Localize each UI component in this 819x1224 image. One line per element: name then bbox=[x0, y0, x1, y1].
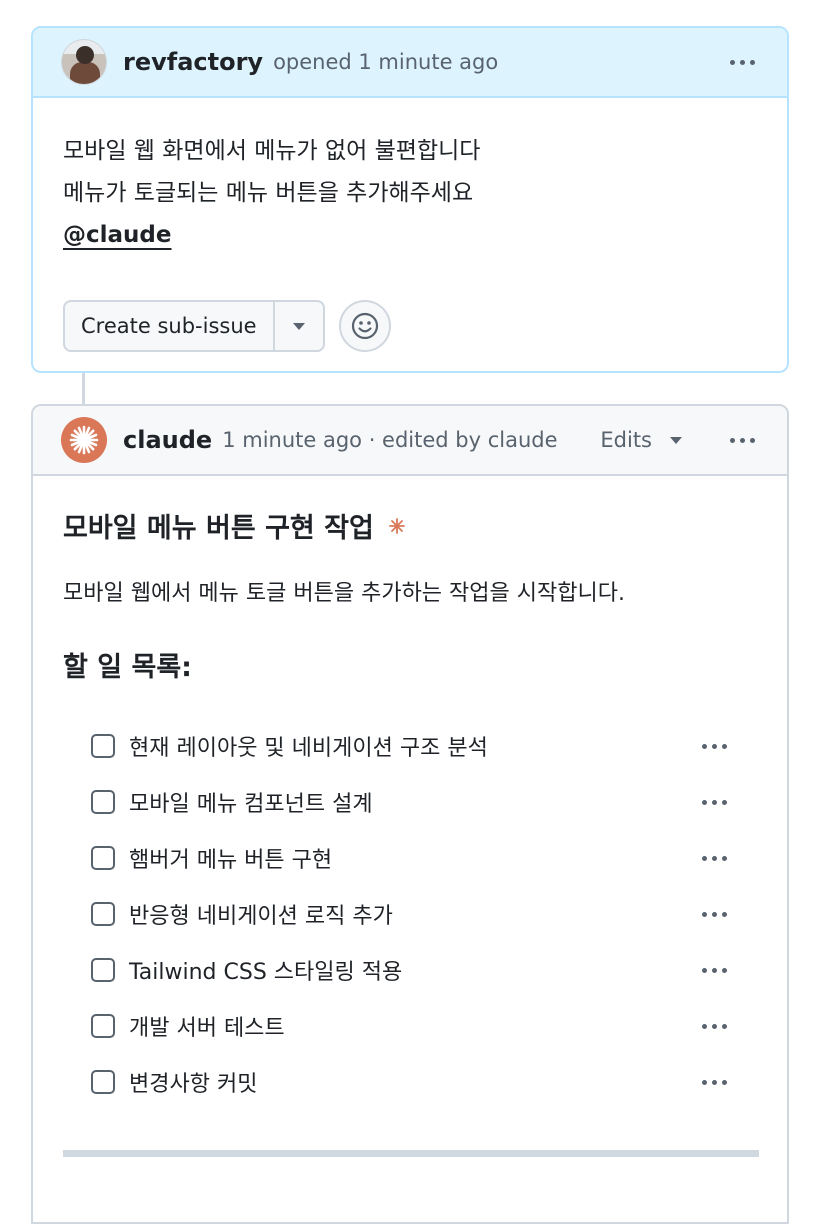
todo-item: 현재 레이아웃 및 네비게이션 구조 분석 bbox=[63, 718, 757, 774]
add-reaction-button[interactable] bbox=[338, 300, 391, 352]
todo-checkbox[interactable] bbox=[91, 1014, 115, 1038]
kebab-horizontal-icon[interactable] bbox=[698, 796, 731, 809]
issue-text-line-1: 모바일 웹 화면에서 메뉴가 없어 불편합니다 bbox=[63, 138, 481, 164]
todo-checkbox[interactable] bbox=[91, 1070, 115, 1094]
todo-item: Tailwind CSS 스타일링 적용 bbox=[63, 942, 757, 998]
claude-spark-avatar-icon bbox=[69, 425, 99, 455]
todo-label: Tailwind CSS 스타일링 적용 bbox=[129, 960, 403, 985]
issue-timestamp: opened 1 minute ago bbox=[273, 50, 499, 74]
todo-label: 햄버거 메뉴 버튼 구현 bbox=[129, 848, 333, 873]
user-mention-link[interactable]: @claude bbox=[63, 222, 171, 248]
claude-spark-icon bbox=[388, 517, 406, 535]
todo-item: 햄버거 메뉴 버튼 구현 bbox=[63, 830, 757, 886]
edits-history-button[interactable]: Edits bbox=[600, 428, 682, 452]
create-sub-issue-button[interactable]: Create sub-issue bbox=[65, 302, 275, 350]
triangle-down-icon bbox=[670, 436, 682, 444]
issue-header: revfactory opened 1 minute ago bbox=[33, 28, 787, 98]
create-sub-issue-dropdown-button[interactable] bbox=[275, 302, 323, 350]
todo-label: 현재 레이아웃 및 네비게이션 구조 분석 bbox=[129, 736, 488, 761]
issue-author-link[interactable]: revfactory bbox=[123, 48, 263, 76]
kebab-horizontal-icon[interactable] bbox=[698, 852, 731, 865]
comment-title: 모바일 메뉴 버튼 구현 작업 bbox=[63, 506, 757, 545]
create-sub-issue-split-button: Create sub-issue bbox=[63, 300, 325, 352]
comment-header: claude 1 minute ago · edited by claude E… bbox=[33, 406, 787, 476]
kebab-horizontal-icon[interactable] bbox=[698, 908, 731, 921]
comment-description: 모바일 웹에서 메뉴 토글 버튼을 추가하는 작업을 시작합니다. bbox=[63, 581, 625, 606]
comment-card: claude 1 minute ago · edited by claude E… bbox=[31, 404, 789, 1224]
todo-label: 반응형 네비게이션 로직 추가 bbox=[129, 904, 393, 929]
todo-label: 변경사항 커밋 bbox=[129, 1072, 258, 1097]
section-divider bbox=[63, 1150, 759, 1157]
kebab-horizontal-icon[interactable] bbox=[698, 740, 731, 753]
issue-text: 모바일 웹 화면에서 메뉴가 없어 불편합니다 메뉴가 토글되는 메뉴 버튼을 … bbox=[33, 98, 787, 352]
edits-label: Edits bbox=[600, 428, 652, 452]
issue-body-card: revfactory opened 1 minute ago 모바일 웹 화면에… bbox=[31, 26, 789, 373]
todo-checkbox[interactable] bbox=[91, 790, 115, 814]
todo-label: 모바일 메뉴 컴포넌트 설계 bbox=[129, 792, 373, 817]
claude-avatar[interactable] bbox=[61, 417, 107, 463]
todo-item: 개발 서버 테스트 bbox=[63, 998, 757, 1054]
kebab-horizontal-icon[interactable] bbox=[698, 964, 731, 977]
todo-checkbox[interactable] bbox=[91, 846, 115, 870]
todo-checkbox[interactable] bbox=[91, 734, 115, 758]
todo-list: 현재 레이아웃 및 네비게이션 구조 분석 모바일 메뉴 컴포넌트 설계 햄버거… bbox=[63, 718, 757, 1110]
kebab-horizontal-icon[interactable] bbox=[726, 56, 759, 69]
todo-label: 개발 서버 테스트 bbox=[129, 1016, 285, 1041]
comment-timestamp: 1 minute ago · edited by claude bbox=[222, 428, 558, 452]
issue-actions: Create sub-issue bbox=[63, 300, 757, 352]
kebab-horizontal-icon[interactable] bbox=[726, 434, 759, 447]
kebab-horizontal-icon[interactable] bbox=[698, 1076, 731, 1089]
comment-author-link[interactable]: claude bbox=[123, 426, 212, 454]
issue-text-line-2: 메뉴가 토글되는 메뉴 버튼을 추가해주세요 bbox=[63, 180, 474, 206]
author-avatar[interactable] bbox=[61, 39, 107, 85]
triangle-down-icon bbox=[292, 322, 305, 330]
todo-item: 변경사항 커밋 bbox=[63, 1054, 757, 1110]
todo-checkbox[interactable] bbox=[91, 902, 115, 926]
todo-item: 반응형 네비게이션 로직 추가 bbox=[63, 886, 757, 942]
todo-heading: 할 일 목록: bbox=[63, 652, 192, 683]
kebab-horizontal-icon[interactable] bbox=[698, 1020, 731, 1033]
smiley-icon bbox=[351, 312, 378, 340]
comment-body: 모바일 메뉴 버튼 구현 작업 모바일 웹에서 메뉴 토글 버튼을 추가하는 작… bbox=[33, 476, 787, 1157]
comment-title-text: 모바일 메뉴 버튼 구현 작업 bbox=[63, 513, 374, 544]
todo-item: 모바일 메뉴 컴포넌트 설계 bbox=[63, 774, 757, 830]
todo-checkbox[interactable] bbox=[91, 958, 115, 982]
timeline-connector bbox=[82, 372, 85, 406]
